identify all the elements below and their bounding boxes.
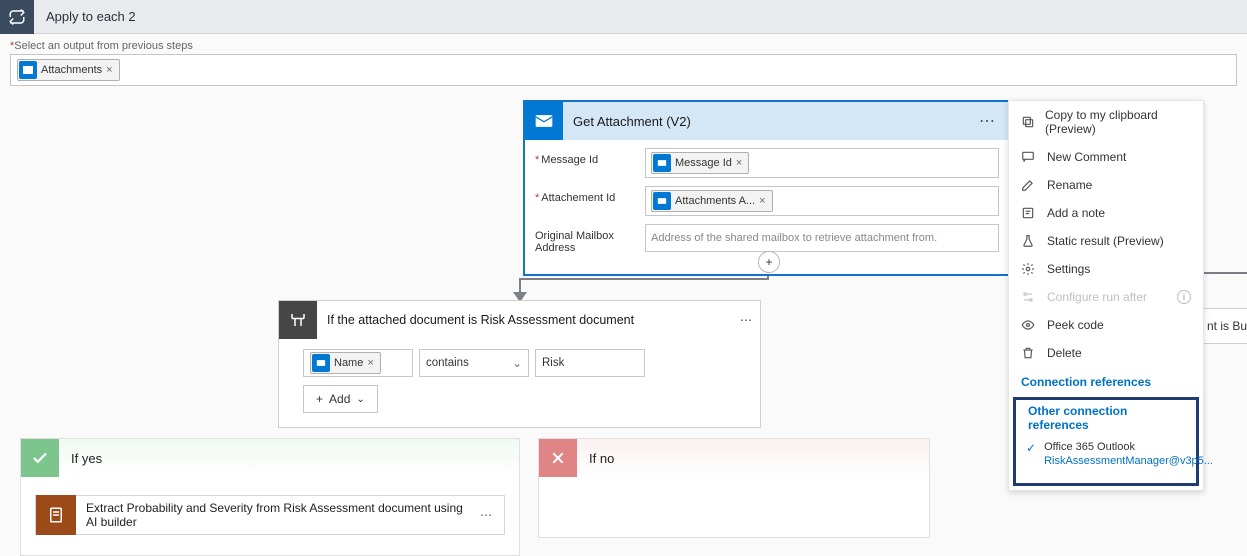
token-remove[interactable]: × — [759, 195, 765, 207]
outlook-icon — [653, 192, 671, 210]
loop-icon — [0, 0, 34, 34]
menu-rename[interactable]: Rename — [1009, 171, 1203, 199]
connection-ref-item[interactable]: ✓ Office 365 Outlook RiskAssessmentManag… — [1016, 436, 1196, 473]
token-attachments[interactable]: Attachments × — [17, 59, 120, 81]
branch-no-label: If no — [577, 451, 614, 466]
top-bar-title: Apply to each 2 — [34, 9, 136, 24]
branch-yes-label: If yes — [59, 451, 102, 466]
outlook-icon — [653, 154, 671, 172]
condition-operator[interactable]: contains ⌄ — [419, 349, 529, 377]
field-label-attachment-id: *Attachement Id — [535, 186, 645, 204]
output-label: *Select an output from previous steps — [10, 40, 1237, 52]
action-label: Extract Probability and Severity from Ri… — [76, 501, 480, 529]
token-remove[interactable]: × — [736, 157, 742, 169]
info-icon[interactable]: i — [1177, 290, 1191, 304]
connector-line — [519, 278, 769, 280]
token-remove[interactable]: × — [106, 64, 112, 76]
menu-new-comment[interactable]: New Comment — [1009, 143, 1203, 171]
condition-icon — [279, 301, 317, 339]
menu-copy-clipboard[interactable]: Copy to my clipboard (Preview) — [1009, 101, 1203, 143]
branch-if-yes: If yes Extract Probability and Severity … — [20, 438, 520, 556]
check-icon — [21, 439, 59, 477]
branch-yes-body: Extract Probability and Severity from Ri… — [21, 477, 519, 555]
token-name[interactable]: Name × — [310, 352, 381, 374]
menu-peek-code[interactable]: Peek code — [1009, 311, 1203, 339]
add-step-button[interactable]: + — [758, 251, 780, 273]
condition-right[interactable]: Risk — [535, 349, 645, 377]
condition-left[interactable]: Name × — [303, 349, 413, 377]
output-token-input[interactable]: Attachments × — [10, 54, 1237, 86]
check-icon: ✓ — [1026, 440, 1036, 455]
menu-delete[interactable]: Delete — [1009, 339, 1203, 367]
action-menu-button[interactable]: ⋯ — [480, 508, 504, 522]
menu-section-other-refs: Other connection references — [1016, 400, 1196, 436]
field-input-attachment-id[interactable]: Attachments A... × — [645, 186, 999, 216]
field-label-message-id: *Message Id — [535, 148, 645, 166]
edit-icon — [1021, 178, 1037, 192]
branch-if-no: If no — [538, 438, 930, 538]
gear-icon — [1021, 262, 1037, 276]
field-input-mailbox[interactable]: Address of the shared mailbox to retriev… — [645, 224, 999, 252]
menu-configure-run-after: Configure run after i — [1009, 283, 1203, 311]
menu-settings[interactable]: Settings — [1009, 255, 1203, 283]
token-attachment-id[interactable]: Attachments A... × — [651, 190, 773, 212]
output-select: *Select an output from previous steps At… — [0, 34, 1247, 86]
chevron-down-icon: ⌄ — [512, 356, 522, 370]
card-get-attachment[interactable]: Get Attachment (V2) ⋯ *Message Id Messag… — [523, 100, 1011, 276]
card-title: Get Attachment (V2) — [563, 114, 975, 129]
highlight-other-connection-refs: Other connection references ✓ Office 365… — [1013, 397, 1199, 486]
eye-icon — [1021, 318, 1037, 332]
flow-canvas: Get Attachment (V2) ⋯ *Message Id Messag… — [0, 86, 1247, 548]
menu-add-note[interactable]: Add a note — [1009, 199, 1203, 227]
note-icon — [1021, 206, 1037, 220]
condition-header: If the attached document is Risk Assessm… — [279, 301, 760, 339]
condition-title: If the attached document is Risk Assessm… — [317, 313, 740, 327]
outlook-icon — [19, 61, 37, 79]
context-menu: Copy to my clipboard (Preview) New Comme… — [1008, 100, 1204, 491]
trash-icon — [1021, 346, 1037, 360]
field-label-mailbox: Original Mailbox Address — [535, 224, 645, 254]
field-input-message-id[interactable]: Message Id × — [645, 148, 999, 178]
menu-section-connection-refs: Connection references — [1009, 367, 1203, 393]
branch-no-body — [539, 477, 929, 537]
action-extract-ai[interactable]: Extract Probability and Severity from Ri… — [35, 495, 505, 535]
copy-icon — [1021, 115, 1035, 129]
outlook-icon — [312, 354, 330, 372]
condition-body: Name × contains ⌄ Risk + Add ⌄ — [279, 339, 760, 427]
card-condition[interactable]: If the attached document is Risk Assessm… — [278, 300, 761, 428]
top-bar: Apply to each 2 — [0, 0, 1247, 34]
menu-static-result[interactable]: Static result (Preview) — [1009, 227, 1203, 255]
x-icon — [539, 439, 577, 477]
branch-no-header: If no — [539, 439, 929, 477]
chevron-down-icon: ⌄ — [356, 394, 364, 405]
connection-text: Office 365 Outlook RiskAssessmentManager… — [1044, 440, 1213, 469]
card-header: Get Attachment (V2) ⋯ — [525, 102, 1009, 140]
condition-menu-button[interactable]: ⋯ — [740, 313, 752, 327]
flask-icon — [1021, 234, 1037, 248]
comment-icon — [1021, 150, 1037, 164]
document-icon — [36, 495, 76, 535]
partial-card[interactable]: nt is Busine — [1200, 308, 1247, 344]
token-remove[interactable]: × — [367, 357, 373, 369]
condition-add-button[interactable]: + Add ⌄ — [303, 385, 378, 413]
token-message-id[interactable]: Message Id × — [651, 152, 749, 174]
card-menu-button[interactable]: ⋯ — [975, 111, 1001, 131]
config-icon — [1021, 290, 1037, 304]
outlook-icon — [525, 102, 563, 140]
plus-icon: + — [316, 392, 323, 406]
branch-yes-header: If yes — [21, 439, 519, 477]
